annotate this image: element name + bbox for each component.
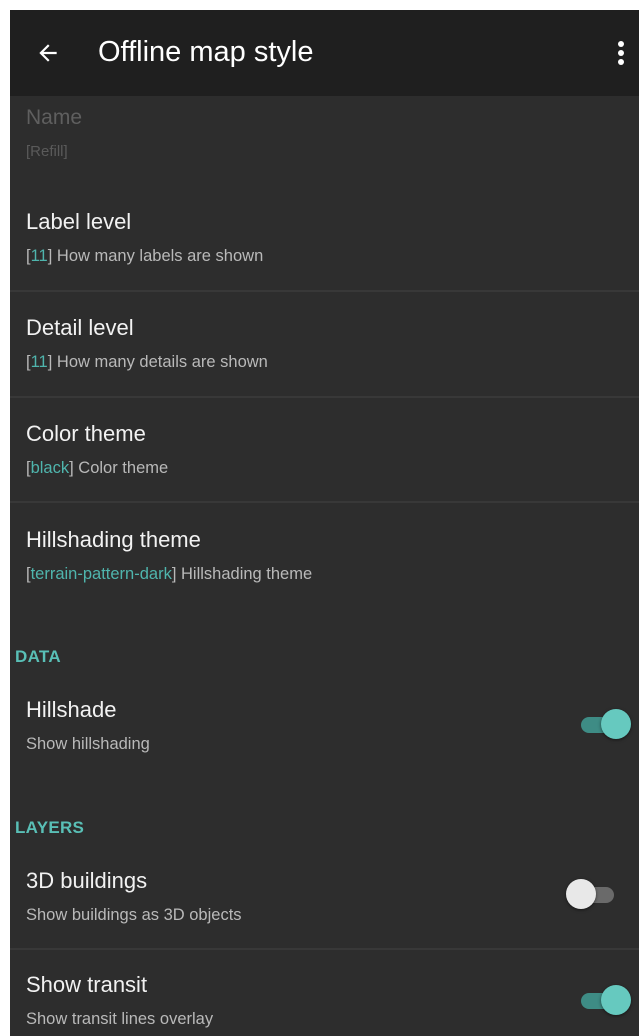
3d-buildings-toggle[interactable] <box>566 878 618 910</box>
pref-hillshading-theme[interactable]: Hillshading theme [terrain-pattern-dark]… <box>10 503 639 613</box>
section-header-layers: LAYERS <box>15 818 85 837</box>
pref-show-transit-title: Show transit <box>26 972 148 997</box>
pref-detail-level-value: 11 <box>30 353 48 371</box>
pref-hillshade-title: Hillshade <box>26 697 117 722</box>
toggle-thumb <box>566 879 596 909</box>
overflow-menu-button[interactable] <box>603 31 639 75</box>
pref-color-theme[interactable]: Color theme [black] Color theme <box>10 398 639 501</box>
arrow-back-icon <box>39 44 57 62</box>
pref-detail-level-title: Detail level <box>26 315 134 340</box>
pref-hillshading-theme-desc: Hillshading theme <box>181 565 313 583</box>
settings-screen: Offline map style Name [Refill] Label le… <box>10 10 639 1036</box>
pref-show-transit[interactable]: Show transit Show transit lines overlay <box>10 950 639 1036</box>
pref-3d-buildings-summary: Show buildings as 3D objects <box>26 906 242 924</box>
pref-detail-level-desc: How many details are shown <box>56 353 268 371</box>
pref-hillshade[interactable]: Hillshade Show hillshading <box>10 682 639 778</box>
pref-show-transit-summary: Show transit lines overlay <box>26 1010 214 1028</box>
page-title: Offline map style <box>98 36 314 68</box>
pref-label-level-value: 11 <box>30 247 48 265</box>
pref-color-theme-title: Color theme <box>26 421 146 446</box>
pref-hillshade-summary: Show hillshading <box>26 735 150 753</box>
hillshade-toggle[interactable] <box>579 708 631 740</box>
pref-label-level-summary: [11] How many labels are shown <box>26 247 264 265</box>
pref-label-level-title: Label level <box>26 209 132 234</box>
pref-3d-buildings-title: 3D buildings <box>26 868 148 893</box>
app-bar: Offline map style <box>10 10 639 96</box>
pref-label-level[interactable]: Label level [11] How many labels are sho… <box>10 194 639 290</box>
toggle-thumb <box>601 709 631 739</box>
pref-color-theme-summary: [black] Color theme <box>26 459 169 477</box>
more-vert-icon <box>618 41 624 65</box>
pref-hillshading-theme-title: Hillshading theme <box>26 527 201 552</box>
pref-3d-buildings[interactable]: 3D buildings Show buildings as 3D object… <box>10 853 639 948</box>
section-header-data: DATA <box>15 647 61 666</box>
show-transit-toggle[interactable] <box>579 984 631 1016</box>
pref-color-theme-value: black <box>30 459 70 477</box>
pref-name-summary: [Refill] <box>26 143 68 160</box>
pref-hillshading-theme-summary: [terrain-pattern-dark] Hillshading theme <box>26 565 313 583</box>
back-button[interactable] <box>26 31 70 75</box>
pref-hillshading-theme-value: terrain-pattern-dark <box>30 565 172 583</box>
pref-detail-level-summary: [11] How many details are shown <box>26 353 268 371</box>
pref-label-level-desc: How many labels are shown <box>56 247 264 265</box>
pref-name-title: Name <box>26 106 83 129</box>
pref-color-theme-desc: Color theme <box>78 459 169 477</box>
toggle-thumb <box>601 985 631 1015</box>
pref-detail-level[interactable]: Detail level [11] How many details are s… <box>10 292 639 396</box>
pref-name: Name [Refill] <box>10 96 639 194</box>
